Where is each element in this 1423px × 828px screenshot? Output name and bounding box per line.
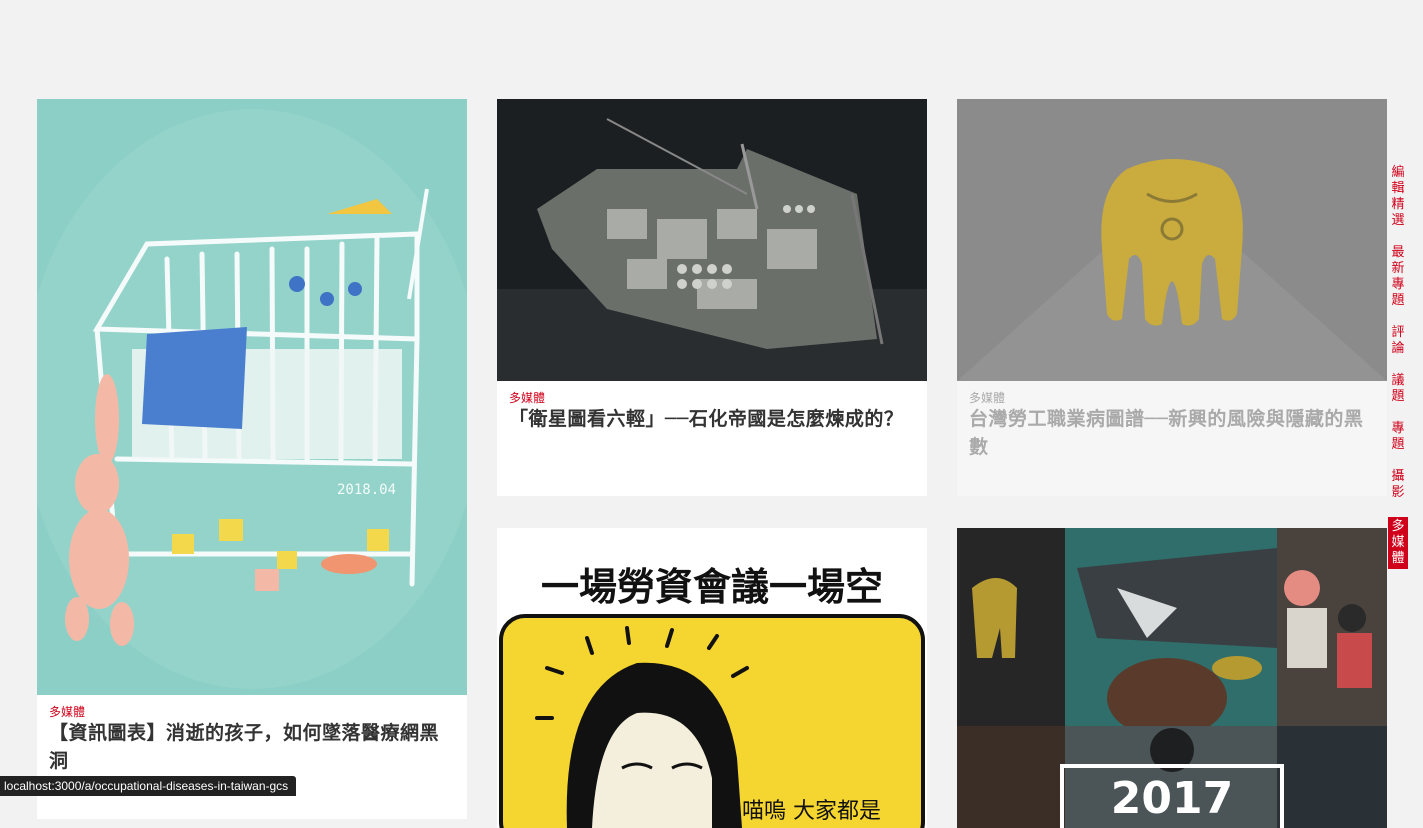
card-title[interactable]: 台灣勞工職業病圖譜──新興的風險與隱藏的黑數 (969, 405, 1373, 461)
svg-text:2018.04: 2018.04 (337, 482, 396, 498)
article-card[interactable]: 多媒體 「衛星圖看六輕」──石化帝國是怎麼煉成的？ (497, 99, 927, 496)
nav-item-issues[interactable]: 議題 (1388, 373, 1408, 405)
article-card[interactable]: 2018.04 多媒體 【資訊圖表】消逝的孩子，如何墜落醫療網黑洞 (37, 99, 467, 819)
article-card[interactable]: 多媒體 台灣勞工職業病圖譜──新興的風險與隱藏的黑數 (957, 99, 1387, 496)
card-image[interactable] (957, 99, 1387, 381)
link-preview-statusbar: localhost:3000/a/occupational-diseases-i… (0, 776, 297, 796)
article-card[interactable]: 2017 (957, 528, 1387, 828)
image-subtext: 喵嗚 大家都是 (742, 799, 881, 824)
card-category[interactable]: 多媒體 (49, 703, 85, 720)
article-card[interactable]: 一場勞資會議一場空 喵嗚 大家都是 (497, 528, 927, 828)
nav-item-topics[interactable]: 專題 (1388, 421, 1408, 453)
card-category[interactable]: 多媒體 (509, 389, 545, 406)
nav-item-editors-pick[interactable]: 編輯精選 (1388, 165, 1408, 229)
card-title[interactable]: 「衛星圖看六輕」──石化帝國是怎麼煉成的？ (509, 405, 913, 433)
nav-item-photography[interactable]: 攝影 (1388, 469, 1408, 501)
nav-item-multimedia[interactable]: 多媒體 (1388, 517, 1408, 569)
nav-item-latest-topics[interactable]: 最新專題 (1388, 245, 1408, 309)
card-image[interactable]: 一場勞資會議一場空 喵嗚 大家都是 (497, 528, 927, 828)
image-year: 2017 (1111, 773, 1233, 824)
image-headline: 一場勞資會議一場空 (541, 565, 883, 609)
card-title[interactable]: 【資訊圖表】消逝的孩子，如何墜落醫療網黑洞 (49, 719, 453, 775)
card-image[interactable] (497, 99, 927, 381)
section-nav: 編輯精選 最新專題 評論 議題 專題 攝影 多媒體 (1388, 165, 1408, 585)
card-category[interactable]: 多媒體 (969, 389, 1005, 406)
card-image[interactable]: 2017 (957, 528, 1387, 828)
nav-item-reviews[interactable]: 評論 (1388, 325, 1408, 357)
card-image[interactable]: 2018.04 (37, 99, 467, 695)
